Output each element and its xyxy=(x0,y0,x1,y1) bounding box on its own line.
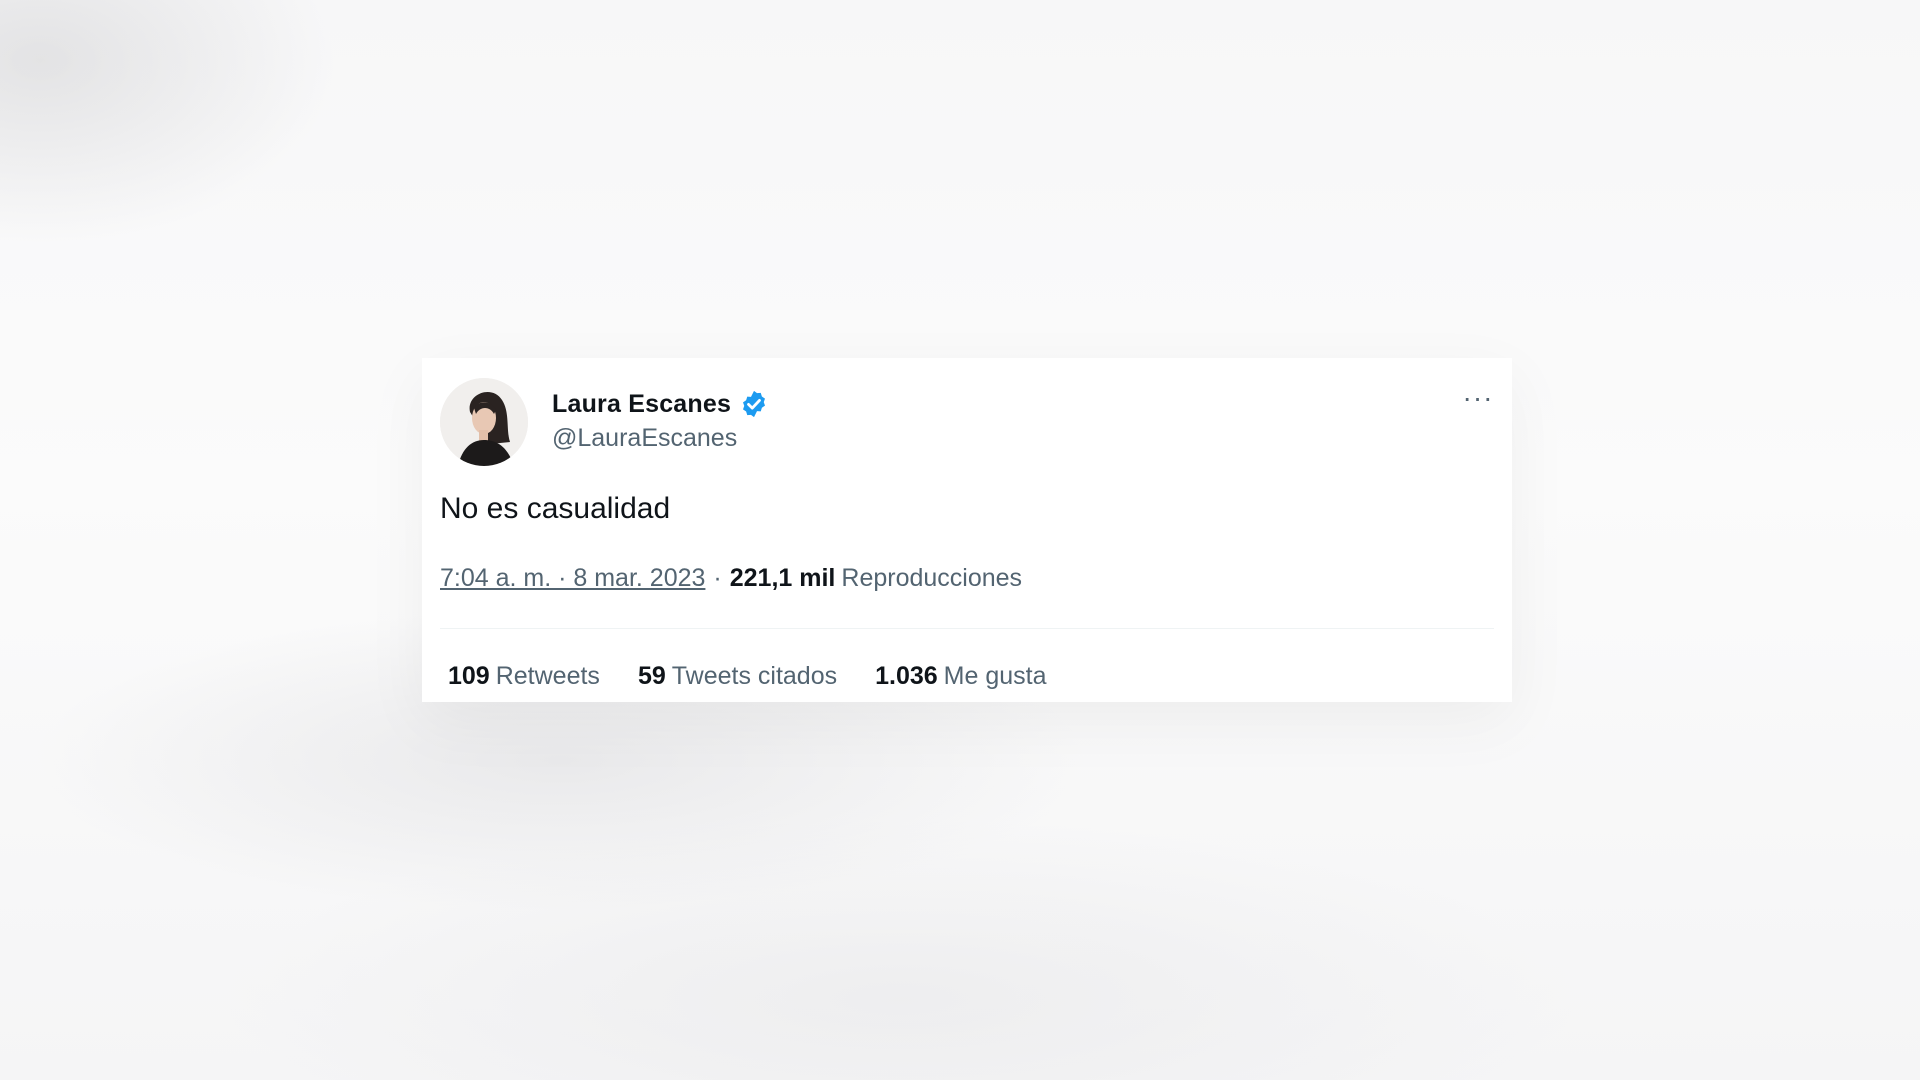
author-handle[interactable]: @LauraEscanes xyxy=(552,424,737,453)
retweets-count: 109 xyxy=(448,662,490,690)
views-count: 221,1 mil xyxy=(729,564,836,592)
avatar[interactable] xyxy=(440,378,528,466)
likes-count: 1.036 xyxy=(875,662,938,690)
meta-separator: · xyxy=(713,564,722,592)
quote-tweets-label: Tweets citados xyxy=(671,662,838,690)
quote-tweets-count: 59 xyxy=(637,662,666,690)
engagement-stats: 109 Retweets 59 Tweets citados 1.036 Me gus… xyxy=(448,662,1085,691)
more-options-button[interactable]: ··· xyxy=(1454,380,1502,416)
divider xyxy=(440,628,1494,629)
timestamp-link[interactable]: 7:04 a. m. · 8 mar. 2023 xyxy=(440,564,705,592)
retweets-stat[interactable]: 109 Retweets xyxy=(448,662,600,691)
more-horizontal-icon: ··· xyxy=(1462,382,1494,413)
views-label: Reproducciones xyxy=(841,564,1023,592)
display-name[interactable]: Laura Escanes xyxy=(552,390,731,419)
quote-tweets-stat[interactable]: 59 Tweets citados xyxy=(638,662,837,691)
likes-stat[interactable]: 1.036 Me gusta xyxy=(875,662,1046,691)
avatar-image xyxy=(440,378,528,466)
tweet-card: Laura Escanes @LauraEscanes ··· No es ca… xyxy=(422,358,1512,702)
verified-badge-icon xyxy=(739,389,769,419)
retweets-label: Retweets xyxy=(495,662,600,690)
author-name-row: Laura Escanes xyxy=(552,386,769,422)
likes-label: Me gusta xyxy=(943,662,1047,690)
tweet-meta: 7:04 a. m. · 8 mar. 2023 · 221,1 mil Reprod… xyxy=(440,564,1022,593)
tweet-text: No es casualidad xyxy=(440,492,671,525)
